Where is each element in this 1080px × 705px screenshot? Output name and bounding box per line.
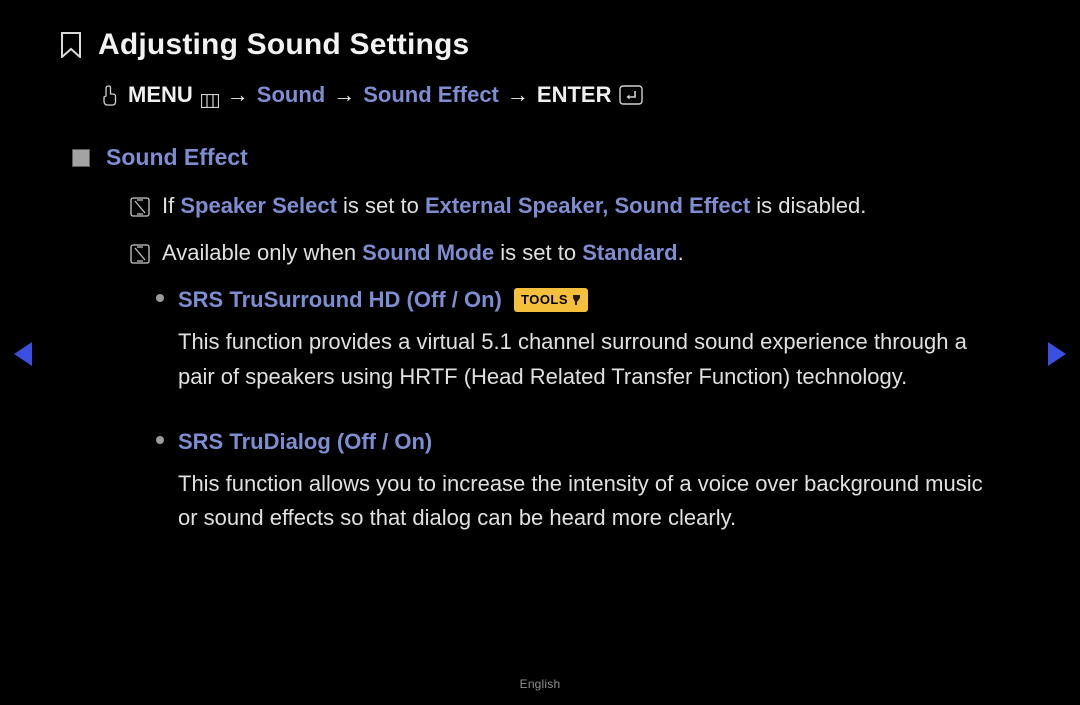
bookmark-icon: [60, 32, 82, 58]
note-text-bold: Speaker Select: [180, 193, 337, 218]
feature-heading: SRS TruDialog (Off / On): [178, 425, 432, 459]
tools-badge-label: TOOLS: [521, 290, 568, 310]
feature-item: SRS TruSurround HD (Off / On) TOOLS: [156, 283, 1030, 317]
note-text-part: .: [678, 240, 684, 265]
note-text-part: is set to: [494, 240, 582, 265]
breadcrumb-enter-label: ENTER: [537, 82, 612, 108]
feature-description: This function provides a virtual 5.1 cha…: [178, 325, 1000, 395]
square-bullet-icon: [72, 149, 90, 167]
breadcrumb-arrow: →: [507, 82, 529, 108]
manual-page: Adjusting Sound Settings MENU → Sound → …: [0, 0, 1080, 705]
section-header: Sound Effect: [60, 144, 1030, 171]
breadcrumb: MENU → Sound → Sound Effect → ENTER: [100, 82, 1030, 108]
dot-bullet-icon: [156, 294, 164, 302]
menu-grid-icon: [201, 88, 219, 102]
feature-heading: SRS TruSurround HD (Off / On): [178, 287, 502, 312]
breadcrumb-arrow: →: [227, 82, 249, 108]
section-title: Sound Effect: [106, 144, 248, 171]
note-text-part: is disabled.: [750, 193, 866, 218]
breadcrumb-arrow: →: [333, 82, 355, 108]
breadcrumb-menu-label: MENU: [128, 82, 193, 108]
dot-bullet-icon: [156, 436, 164, 444]
note-text-bold: Standard: [582, 240, 677, 265]
enter-icon: [619, 85, 643, 105]
footer-language: English: [0, 677, 1080, 691]
note-text-part: If: [162, 193, 180, 218]
note-text-part: is set to: [337, 193, 425, 218]
note-text-bold: External Speaker, Sound Effect: [425, 193, 750, 218]
page-title: Adjusting Sound Settings: [98, 28, 469, 62]
note-row: Available only when Sound Mode is set to…: [130, 236, 1030, 269]
title-row: Adjusting Sound Settings: [60, 28, 1030, 62]
feature-item: SRS TruDialog (Off / On): [156, 425, 1030, 459]
feature-description: This function allows you to increase the…: [178, 467, 1000, 537]
nav-left-arrow[interactable]: [14, 342, 32, 366]
note-icon: [130, 240, 150, 260]
tools-badge: TOOLS: [514, 288, 588, 312]
note-icon: [130, 193, 150, 213]
remote-hand-icon: [100, 84, 120, 106]
note-text: Available only when Sound Mode is set to…: [162, 236, 684, 269]
breadcrumb-sound-effect: Sound Effect: [363, 82, 499, 108]
note-text-bold: Sound Mode: [362, 240, 494, 265]
nav-right-arrow[interactable]: [1048, 342, 1066, 366]
note-text-part: Available only when: [162, 240, 362, 265]
note-text: If Speaker Select is set to External Spe…: [162, 189, 866, 222]
breadcrumb-sound: Sound: [257, 82, 325, 108]
note-row: If Speaker Select is set to External Spe…: [130, 189, 1030, 222]
tools-badge-icon: [571, 294, 583, 306]
